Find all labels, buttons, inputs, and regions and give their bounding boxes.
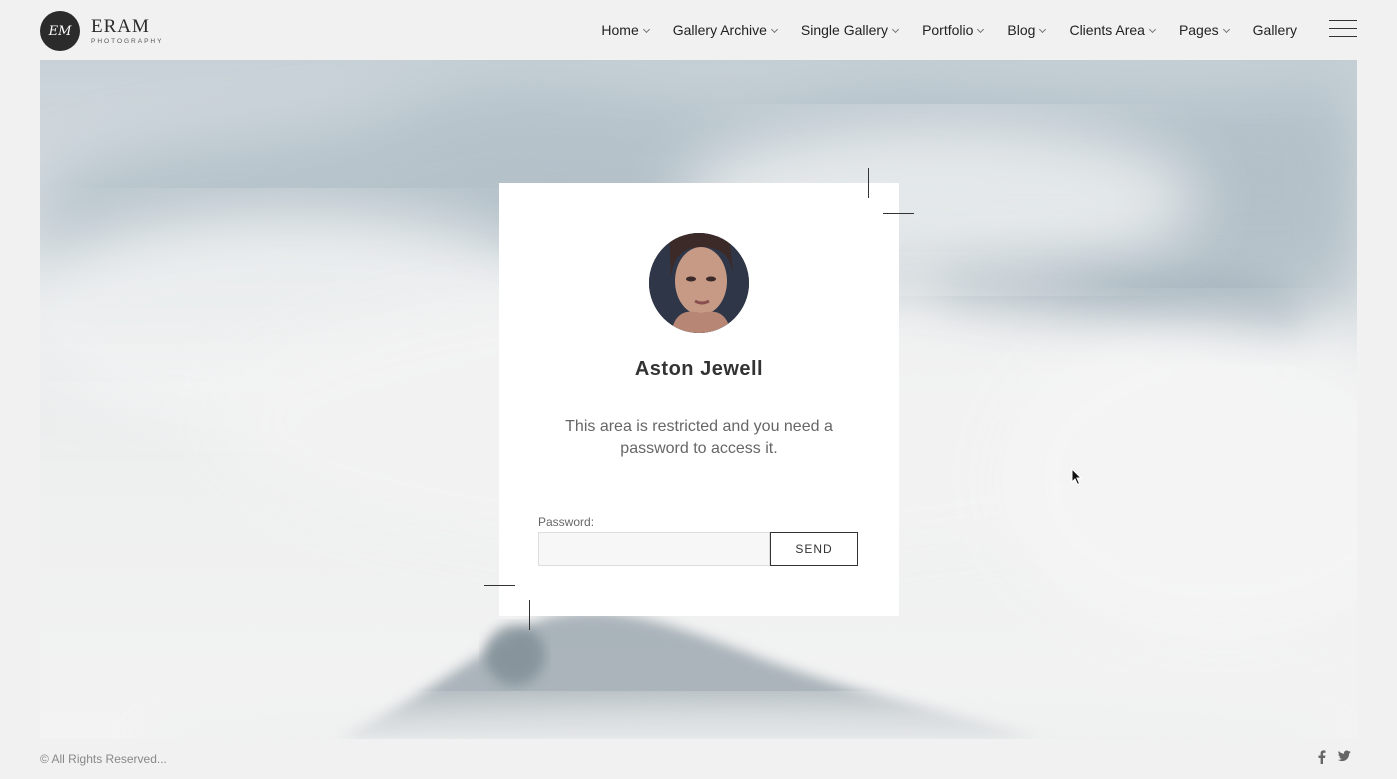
nav-item-label: Portfolio [922, 22, 974, 38]
decorative-line [883, 213, 914, 214]
chevron-down-icon [892, 25, 900, 33]
nav-item-label: Blog [1007, 22, 1036, 38]
facebook-icon[interactable] [1317, 750, 1326, 767]
password-protected-card: Aston Jewell This area is restricted and… [499, 183, 899, 616]
main-nav: Home Gallery Archive Single Gallery Port… [601, 0, 1297, 60]
nav-item-label: Home [601, 22, 639, 38]
logo-monogram: EM [40, 11, 80, 51]
nav-item-home[interactable]: Home [601, 22, 650, 38]
nav-item-label: Single Gallery [800, 22, 889, 38]
nav-item-single-gallery[interactable]: Single Gallery [800, 22, 900, 38]
nav-item-gallery-archive[interactable]: Gallery Archive [672, 22, 778, 38]
nav-item-label: Pages [1178, 22, 1219, 38]
decorative-line [868, 168, 869, 198]
decorative-line [529, 600, 530, 630]
nav-item-label: Gallery Archive [672, 22, 767, 38]
client-name: Aston Jewell [634, 358, 764, 380]
password-input[interactable] [538, 532, 770, 566]
nav-item-portfolio[interactable]: Portfolio [922, 22, 985, 38]
nav-item-gallery[interactable]: Gallery [1253, 22, 1297, 38]
nav-item-label: Clients Area [1069, 22, 1145, 38]
chevron-down-icon [1039, 25, 1047, 33]
logo-tagline: PHOTOGRAPHY [91, 37, 164, 45]
decorative-line [484, 585, 515, 586]
site-header: EM ERAM PHOTOGRAPHY Home Gallery Archive… [0, 0, 1397, 60]
site-logo[interactable]: EM ERAM PHOTOGRAPHY [40, 11, 163, 51]
nav-item-clients-area[interactable]: Clients Area [1069, 22, 1156, 38]
send-button[interactable]: SEND [770, 532, 858, 566]
nav-item-pages[interactable]: Pages [1178, 22, 1230, 38]
chevron-down-icon [977, 25, 985, 33]
twitter-icon[interactable] [1338, 750, 1351, 765]
chevron-down-icon [1222, 25, 1230, 33]
chevron-down-icon [1148, 25, 1156, 33]
logo-name: ERAM [91, 15, 150, 37]
mouse-cursor-icon [1071, 467, 1083, 491]
avatar [649, 233, 749, 333]
hamburger-icon[interactable] [1329, 20, 1357, 37]
password-label: Password: [538, 515, 595, 529]
restricted-message: This area is restricted and you need a p… [565, 418, 833, 457]
copyright-text: © All Rights Reserved... [40, 752, 167, 766]
nav-item-blog[interactable]: Blog [1007, 22, 1047, 38]
nav-item-label: Gallery [1252, 22, 1297, 38]
chevron-down-icon [770, 25, 778, 33]
chevron-down-icon [642, 25, 650, 33]
